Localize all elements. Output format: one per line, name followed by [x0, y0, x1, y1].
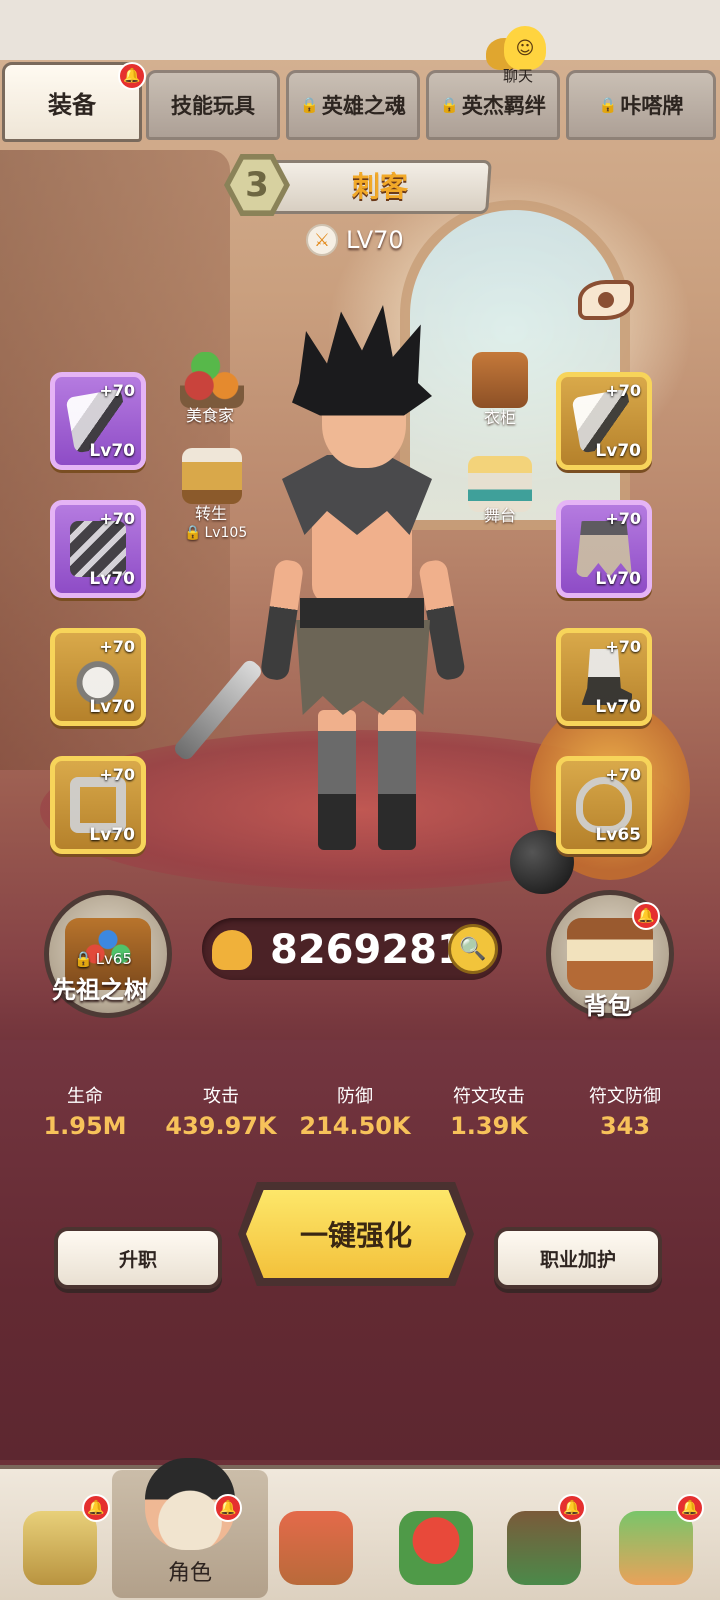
tribe-icon — [23, 1511, 97, 1585]
nav-item-pet[interactable] — [390, 1485, 482, 1585]
combat-power-value: 8269281 — [270, 927, 465, 973]
lock-icon: 🔒 — [74, 950, 93, 968]
tab-label: 装备 — [48, 90, 96, 119]
gourmet-icon[interactable] — [180, 352, 244, 408]
tab-label: 咔嗒牌 — [620, 94, 684, 118]
gourmet-label: 美食家 — [186, 406, 235, 425]
tab-kata-card[interactable]: 🔒 咔嗒牌 — [566, 70, 716, 140]
enhance-all-button[interactable]: 一键强化 — [246, 1190, 466, 1278]
level-text: LV70 — [346, 226, 404, 254]
enhance-level: +70 — [99, 765, 135, 784]
nav-item-adventure[interactable] — [270, 1485, 362, 1585]
item-level: Lv70 — [89, 569, 135, 589]
stat-rune-defense: 符文防御 343 — [560, 1082, 690, 1140]
rebirth-icon[interactable] — [182, 448, 242, 504]
notification-bell-icon: 🔔 — [558, 1494, 586, 1522]
top-bar — [0, 0, 720, 60]
enhance-level: +70 — [605, 765, 641, 784]
stat-label: 防御 — [337, 1086, 373, 1107]
tab-label: 英雄之魂 — [321, 94, 406, 118]
stat-value: 1.39K — [450, 1112, 528, 1140]
enhance-level: +70 — [605, 637, 641, 656]
character-leg — [318, 710, 356, 850]
enhance-level: +70 — [605, 509, 641, 528]
item-level: Lv70 — [595, 441, 641, 461]
tab-hero-soul[interactable]: 🔒 英雄之魂 — [286, 70, 420, 140]
rank-number: 3 — [230, 159, 284, 211]
stat-label: 生命 — [67, 1086, 103, 1107]
stat-attack: 攻击 439.97K — [156, 1082, 286, 1140]
item-level: Lv70 — [89, 825, 135, 845]
stat-value: 1.95M — [43, 1112, 127, 1140]
enhance-level: +70 — [99, 381, 135, 400]
character-leg — [378, 710, 416, 850]
notification-bell-icon: 🔔 — [632, 902, 660, 930]
guild-bear-icon — [507, 1511, 581, 1585]
promote-button[interactable]: 升职 — [54, 1227, 222, 1289]
class-emblem-icon: ⚔ — [306, 224, 338, 256]
ancestor-tree-lock-level: Lv65 — [95, 950, 133, 968]
tab-label: 技能玩具 — [171, 94, 255, 118]
lock-icon: 🔒 — [598, 96, 618, 114]
stat-value: 343 — [599, 1112, 651, 1140]
ancestor-tree-label: 先祖之树 — [52, 976, 148, 1004]
character-belt — [300, 598, 424, 628]
stat-label: 符文防御 — [589, 1086, 661, 1107]
class-protect-button[interactable]: 职业加护 — [494, 1227, 662, 1289]
class-name: 刺客 — [351, 170, 408, 203]
item-level: Lv70 — [89, 697, 135, 717]
eye-icon[interactable] — [578, 280, 634, 320]
nav-label-character: 角色 — [167, 1561, 212, 1586]
rebirth-lock-level: Lv105 — [204, 525, 248, 541]
wardrobe-label: 衣柜 — [484, 408, 517, 427]
notification-bell-icon: 🔔 — [82, 1494, 110, 1522]
shop-totem-icon — [619, 1511, 693, 1585]
equip-slot-necklace[interactable]: +70 Lv65 — [556, 756, 652, 854]
chat-label: 聊天 — [502, 67, 533, 85]
backpack-label: 背包 — [584, 992, 632, 1020]
stat-value: 439.97K — [165, 1112, 277, 1140]
rebirth-lock: 🔒 Lv105 — [184, 525, 247, 541]
enhance-level: +70 — [99, 509, 135, 528]
equip-slot-glove[interactable]: +70 Lv70 — [50, 628, 146, 726]
character-level: ⚔ LV70 — [306, 222, 404, 258]
wardrobe-icon[interactable] — [472, 352, 528, 408]
notification-bell-icon: 🔔 — [118, 62, 146, 90]
stat-label: 攻击 — [203, 1086, 239, 1107]
stat-value: 214.50K — [299, 1112, 411, 1140]
magnifier-icon[interactable]: 🔍 — [448, 924, 498, 974]
enhance-level: +70 — [605, 381, 641, 400]
ancestor-tree-lock: 🔒 Lv65 — [74, 950, 132, 968]
equip-slot-offhand[interactable]: +70 Lv70 — [556, 372, 652, 470]
item-level: Lv70 — [595, 569, 641, 589]
adventure-mask-icon — [279, 1511, 353, 1585]
stat-defense: 防御 214.50K — [290, 1082, 420, 1140]
lock-icon: 🔒 — [184, 525, 202, 541]
lock-icon: 🔒 — [300, 96, 319, 114]
equip-slot-belt[interactable]: +70 Lv70 — [50, 500, 146, 598]
notification-bell-icon: 🔔 — [676, 1494, 704, 1522]
muscle-icon — [212, 930, 252, 970]
enhance-level: +70 — [99, 637, 135, 656]
stat-hp: 生命 1.95M — [20, 1082, 150, 1140]
item-level: Lv70 — [595, 697, 641, 717]
stage-label: 舞台 — [484, 506, 517, 525]
equip-slot-ring[interactable]: +70 Lv70 — [50, 756, 146, 854]
item-level: Lv70 — [89, 441, 135, 461]
item-level: Lv65 — [595, 825, 641, 845]
stat-label: 符文攻击 — [453, 1086, 525, 1107]
rebirth-label: 转生 — [195, 504, 228, 523]
tab-label: 英杰羁绊 — [461, 94, 546, 118]
tab-skill-toys[interactable]: 技能玩具 — [146, 70, 280, 140]
notification-bell-icon: 🔔 — [214, 1494, 242, 1522]
lock-icon: 🔒 — [440, 96, 459, 114]
equip-slot-boot[interactable]: +70 Lv70 — [556, 628, 652, 726]
character-skirt — [296, 620, 430, 715]
equip-slot-weapon[interactable]: +70 Lv70 — [50, 372, 146, 470]
equip-slot-skirt[interactable]: +70 Lv70 — [556, 500, 652, 598]
pet-dino-icon — [399, 1511, 473, 1585]
stat-rune-attack: 符文攻击 1.39K — [424, 1082, 554, 1140]
